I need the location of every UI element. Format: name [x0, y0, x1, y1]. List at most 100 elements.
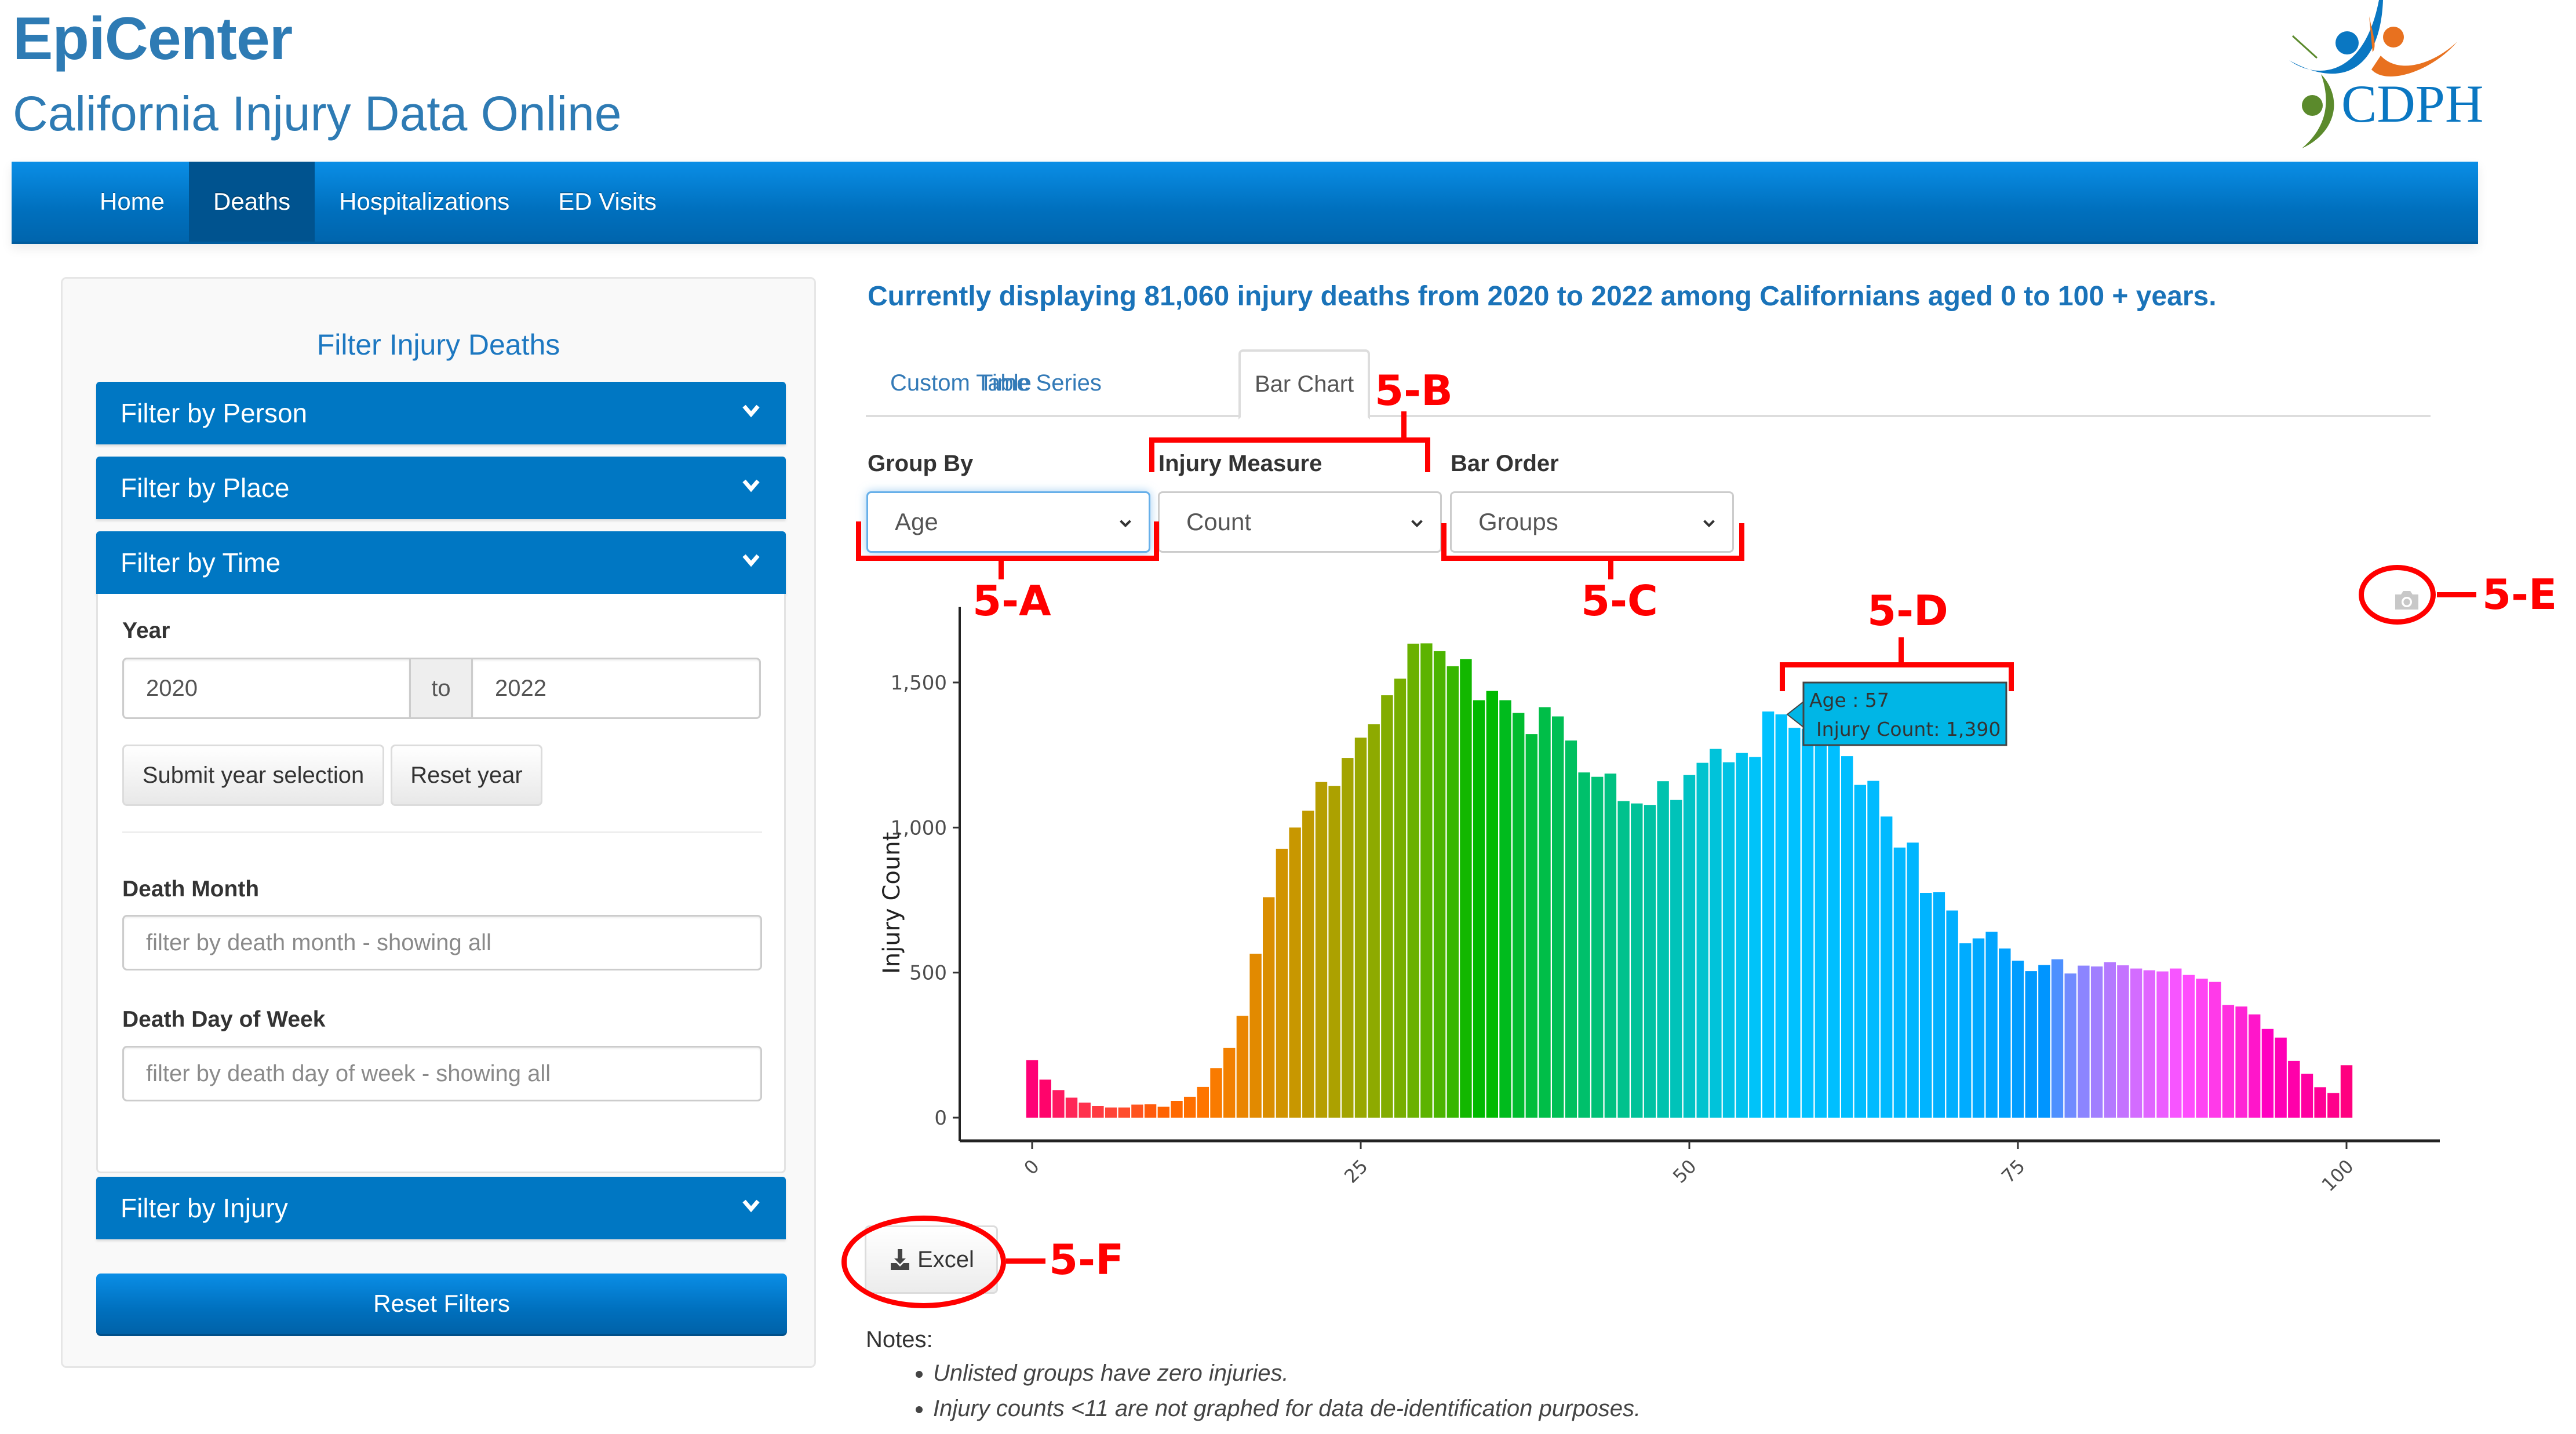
x-tick-label: 50 [1668, 1155, 1701, 1188]
x-tick-label: 0 [1019, 1155, 1043, 1179]
annotation-bracket-a [856, 521, 1159, 561]
bar-age-81 [2090, 966, 2103, 1118]
bar-age-57 [1775, 714, 1787, 1118]
bar-age-21 [1302, 811, 1314, 1118]
nav-ed-visits[interactable]: ED Visits [534, 162, 681, 242]
bar-age-65 [1881, 816, 1893, 1118]
bar-age-25 [1354, 738, 1367, 1118]
bar-age-97 [2301, 1074, 2313, 1118]
bar-age-93 [2249, 1014, 2261, 1118]
x-tick-label: 25 [1340, 1155, 1372, 1188]
annotation-line-f [1006, 1258, 1045, 1264]
submit-year-button[interactable]: Submit year selection [122, 745, 384, 806]
filter-by-injury-header[interactable]: Filter by Injury [96, 1177, 786, 1239]
bar-age-13 [1197, 1086, 1209, 1118]
filter-by-time-panel: Year 2020 to 2022 Submit year selection … [96, 594, 786, 1173]
app-subtitle: California Injury Data Online [13, 86, 622, 141]
bar-age-61 [1828, 740, 1840, 1118]
bar-age-45 [1617, 801, 1630, 1118]
bar-age-87 [2170, 968, 2182, 1118]
bar-age-100 [2340, 1065, 2353, 1118]
annotation-circle-f [841, 1216, 1006, 1308]
bar-age-94 [2261, 1028, 2274, 1118]
bar-age-62 [1841, 756, 1853, 1118]
bar-age-91 [2222, 1005, 2235, 1118]
bar-age-89 [2196, 979, 2208, 1118]
bar-age-6 [1105, 1107, 1117, 1118]
tab-bar-chart[interactable]: Bar Chart [1238, 349, 1371, 419]
annotation-line-d [1899, 637, 1904, 665]
bar-age-43 [1591, 776, 1604, 1118]
tab-time-series[interactable]: Time Series [965, 349, 1116, 417]
bar-age-53 [1722, 762, 1735, 1118]
filter-sidebar: Filter Injury Deaths Filter by Person Fi… [61, 277, 816, 1368]
chevron-down-icon [742, 554, 760, 567]
annotation-circle-e [2359, 565, 2436, 625]
notes-list: Unlisted groups have zero injuries. Inju… [904, 1360, 1641, 1431]
annotation-label-e: 5-E [2482, 570, 2557, 619]
death-day-of-week-input[interactable]: filter by death day of week - showing al… [122, 1046, 762, 1101]
injury-measure-select[interactable]: Count [1158, 491, 1442, 553]
annotation-line-a [999, 556, 1004, 579]
note-item: Injury counts <11 are not graphed for da… [933, 1396, 1641, 1422]
bar-age-99 [2327, 1093, 2340, 1118]
logo-text: CDPH [2341, 74, 2483, 133]
bar-age-69 [1933, 892, 1945, 1118]
annotation-line-e [2437, 592, 2476, 597]
year-to-input[interactable]: 2022 [471, 658, 761, 719]
death-day-of-week-label: Death Day of Week [122, 1007, 326, 1032]
bar-age-16 [1236, 1016, 1249, 1118]
bar-age-19 [1276, 848, 1288, 1118]
bar-age-29 [1407, 643, 1419, 1118]
year-from-input[interactable]: 2020 [122, 658, 411, 719]
bar-age-1 [1039, 1079, 1051, 1118]
bar-age-35 [1486, 691, 1498, 1118]
bar-age-38 [1525, 734, 1537, 1118]
view-tabs: Custom Table Time Series Bar Chart [866, 349, 2431, 419]
nav-hospitalizations[interactable]: Hospitalizations [315, 162, 534, 242]
annotation-line-b [1401, 411, 1407, 440]
bar-age-66 [1893, 847, 1906, 1118]
bar-chart: 05001,0001,500Injury Count0 25 50 75 100Age … [879, 607, 2440, 1196]
y-tick-label: 500 [909, 962, 947, 985]
cdph-logo: CDPH [2289, 0, 2483, 148]
bar-age-18 [1263, 897, 1275, 1118]
bar-age-40 [1552, 716, 1564, 1118]
bar-age-83 [2117, 965, 2129, 1118]
section-label: Filter by Person [121, 398, 308, 428]
y-axis-title: Injury Count [879, 832, 905, 974]
annotation-line-c [1608, 556, 1613, 579]
bar-age-49 [1670, 800, 1682, 1118]
bar-age-73 [1985, 932, 1998, 1118]
bar-age-70 [1946, 910, 1958, 1118]
filter-by-person-header[interactable]: Filter by Person [96, 382, 786, 444]
bar-age-71 [1959, 943, 1972, 1118]
bar-age-23 [1328, 786, 1340, 1118]
nav-deaths[interactable]: Deaths [189, 162, 315, 242]
filter-by-place-header[interactable]: Filter by Place [96, 457, 786, 519]
filter-by-time-header[interactable]: Filter by Time [96, 531, 786, 594]
tooltip-line-2: Injury Count: 1,390 [1816, 718, 2001, 740]
bar-age-80 [2078, 965, 2090, 1118]
bar-age-22 [1315, 782, 1328, 1118]
reset-filters-button[interactable]: Reset Filters [96, 1274, 787, 1336]
annotation-bracket-c [1441, 523, 1744, 561]
bar-age-79 [2064, 973, 2076, 1118]
bar-age-3 [1065, 1097, 1078, 1118]
section-label: Filter by Place [121, 473, 290, 503]
chevron-down-icon [742, 479, 760, 492]
annotation-label-f: 5-F [1049, 1235, 1124, 1284]
bar-age-24 [1342, 758, 1354, 1118]
nav-home[interactable]: Home [75, 162, 189, 242]
annotation-label-a: 5-A [972, 576, 1051, 625]
bar-age-95 [2275, 1037, 2287, 1118]
bar-age-8 [1131, 1104, 1143, 1118]
reset-year-button[interactable]: Reset year [391, 745, 542, 806]
bar-age-76 [2025, 971, 2037, 1118]
annotation-bracket-b [1149, 437, 1430, 472]
bar-age-60 [1815, 732, 1827, 1118]
bar-age-98 [2314, 1087, 2326, 1118]
section-label: Filter by Injury [121, 1193, 288, 1223]
bar-age-33 [1460, 659, 1472, 1118]
death-month-input[interactable]: filter by death month - showing all [122, 915, 762, 970]
